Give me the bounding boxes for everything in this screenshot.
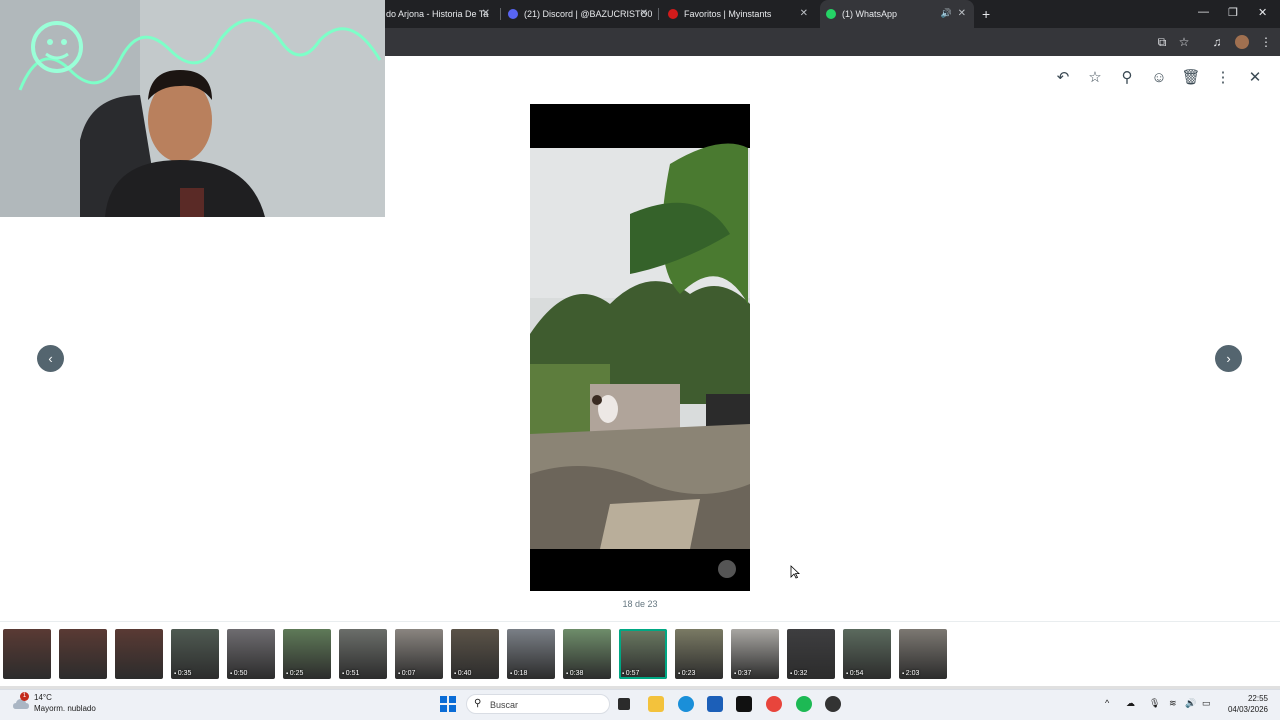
media-thumbnail[interactable] [59,629,107,679]
media-thumbnail[interactable] [3,629,51,679]
weather-notification-badge: 1 [20,692,29,701]
tab-whatsapp[interactable]: (1) WhatsApp 🔊 ✕ [820,0,974,28]
media-thumbnail[interactable]: 0:32 [787,629,835,679]
video-duration: 0:51 [342,670,360,677]
restore-button[interactable]: ❐ [1228,6,1238,19]
windows-start-icon[interactable] [440,696,456,712]
video-duration: 0:40 [454,670,472,677]
tab-title: Favoritos | Myinstants [684,9,772,19]
video-duration: 0:38 [566,670,584,677]
media-thumbnail[interactable]: 0:57 [619,629,667,679]
tab-close-icon[interactable]: ✕ [640,8,648,19]
media-thumbnail[interactable]: 0:35 [171,629,219,679]
browser-menu-icon[interactable]: ⋮ [1259,35,1273,49]
media-thumbnail[interactable]: 0:50 [227,629,275,679]
tray-overflow-icon[interactable]: ^ [1105,698,1109,708]
video-duration: 0:57 [622,670,640,677]
previous-media-button[interactable]: ‹ [37,345,64,372]
chrome-icon[interactable] [766,696,782,712]
search-placeholder: Buscar [490,700,519,710]
task-view-icon[interactable] [618,698,630,710]
minimize-button[interactable]: — [1198,6,1209,18]
media-thumbnail[interactable]: 0:18 [507,629,555,679]
tab-close-icon[interactable]: ✕ [800,8,808,19]
bookmark-star-icon[interactable]: ☆ [1177,35,1191,49]
wifi-icon[interactable]: ≋ [1169,698,1177,709]
video-duration: 2:03 [902,670,920,677]
install-app-icon[interactable]: ⧉ [1155,35,1169,49]
app-icon[interactable] [825,696,841,712]
tab-myinstants[interactable]: Favoritos | Myinstants ✕ [668,0,816,28]
tab-discord[interactable]: (21) Discord | @BAZUCRISTO0 ✕ [508,0,656,28]
weather-description[interactable]: Mayorm. nublado [34,704,96,713]
media-thumbnail[interactable]: 0:23 [675,629,723,679]
webcam-overlay [0,0,385,217]
volume-icon[interactable]: 🔊 [1185,698,1196,709]
video-duration: 0:18 [510,670,528,677]
video-duration: 0:54 [846,670,864,677]
weather-temperature[interactable]: 14°C [34,693,52,702]
profile-avatar[interactable] [1235,35,1249,49]
tab-arjona[interactable]: do Arjona - Historia De Ta ✕ [386,0,498,28]
file-explorer-icon[interactable] [648,696,664,712]
thumbnail-divider [0,621,1280,622]
clock-time[interactable]: 22:55 [1228,694,1268,703]
onedrive-icon[interactable]: ☁ [1126,698,1135,709]
tab-separator [500,8,501,20]
media-counter: 18 de 23 [622,599,658,609]
tab-close-icon[interactable]: ✕ [482,8,490,19]
reply-icon[interactable]: ↶ [1053,68,1073,88]
video-duration: 0:23 [678,670,696,677]
media-thumbnail[interactable] [115,629,163,679]
microphone-icon[interactable]: 🎙 [1149,698,1160,709]
spotify-icon[interactable] [796,696,812,712]
new-tab-button[interactable]: + [982,6,990,22]
taskbar-search-input[interactable]: ⚲ Buscar [466,694,610,714]
store-icon[interactable] [707,696,723,712]
thumbnail-strip: 0:35 0:50 0:25 0:51 0:07 0:40 0:18 0:38 0:57 0:23… [3,629,947,679]
video-player[interactable] [530,104,750,591]
emoji-icon[interactable]: ☺ [1149,68,1169,88]
media-thumbnail[interactable]: 0:25 [283,629,331,679]
tab-title: do Arjona - Historia De Ta [386,9,489,19]
battery-icon[interactable]: ▭ [1202,698,1211,709]
whatsapp-favicon-icon [826,9,836,19]
pin-icon[interactable]: ⚲ [1117,68,1137,88]
media-thumbnail[interactable]: 0:37 [731,629,779,679]
mouse-cursor-icon [790,565,800,579]
video-duration: 0:37 [734,670,752,677]
video-duration: 0:07 [398,670,416,677]
media-thumbnail[interactable]: 2:03 [899,629,947,679]
discord-favicon-icon [508,9,518,19]
tab-close-icon[interactable]: ✕ [958,8,966,19]
windows-taskbar [0,689,1280,720]
search-icon: ⚲ [474,698,482,709]
tab-separator [658,8,659,20]
media-thumbnail[interactable]: 0:51 [339,629,387,679]
clock-date[interactable]: 04/03/2026 [1226,705,1268,714]
media-thumbnail[interactable]: 0:38 [563,629,611,679]
next-media-button[interactable]: › [1215,345,1242,372]
tab-title: (21) Discord | @BAZUCRISTO0 [524,9,653,19]
media-control-icon[interactable]: ♫ [1210,35,1224,49]
more-icon[interactable]: ⋮ [1213,68,1233,88]
media-thumbnail[interactable]: 0:07 [395,629,443,679]
screen: do Arjona - Historia De Ta ✕ (21) Discor… [0,0,1280,720]
close-icon[interactable]: ✕ [1245,68,1265,88]
audio-playing-icon[interactable]: 🔊 [941,8,952,19]
video-duration: 0:35 [174,670,192,677]
delete-icon[interactable]: 🗑 [1181,68,1201,88]
media-thumbnail[interactable]: 0:40 [451,629,499,679]
edge-browser-icon[interactable] [678,696,694,712]
video-duration: 0:50 [230,670,248,677]
tab-title: (1) WhatsApp [842,9,898,19]
video-duration: 0:25 [286,670,304,677]
window-close-button[interactable]: ✕ [1258,6,1267,19]
video-duration: 0:32 [790,670,808,677]
yahoo-app-icon[interactable] [736,696,752,712]
star-icon[interactable]: ☆ [1085,68,1105,88]
myinstants-favicon-icon [668,9,678,19]
media-thumbnail[interactable]: 0:54 [843,629,891,679]
